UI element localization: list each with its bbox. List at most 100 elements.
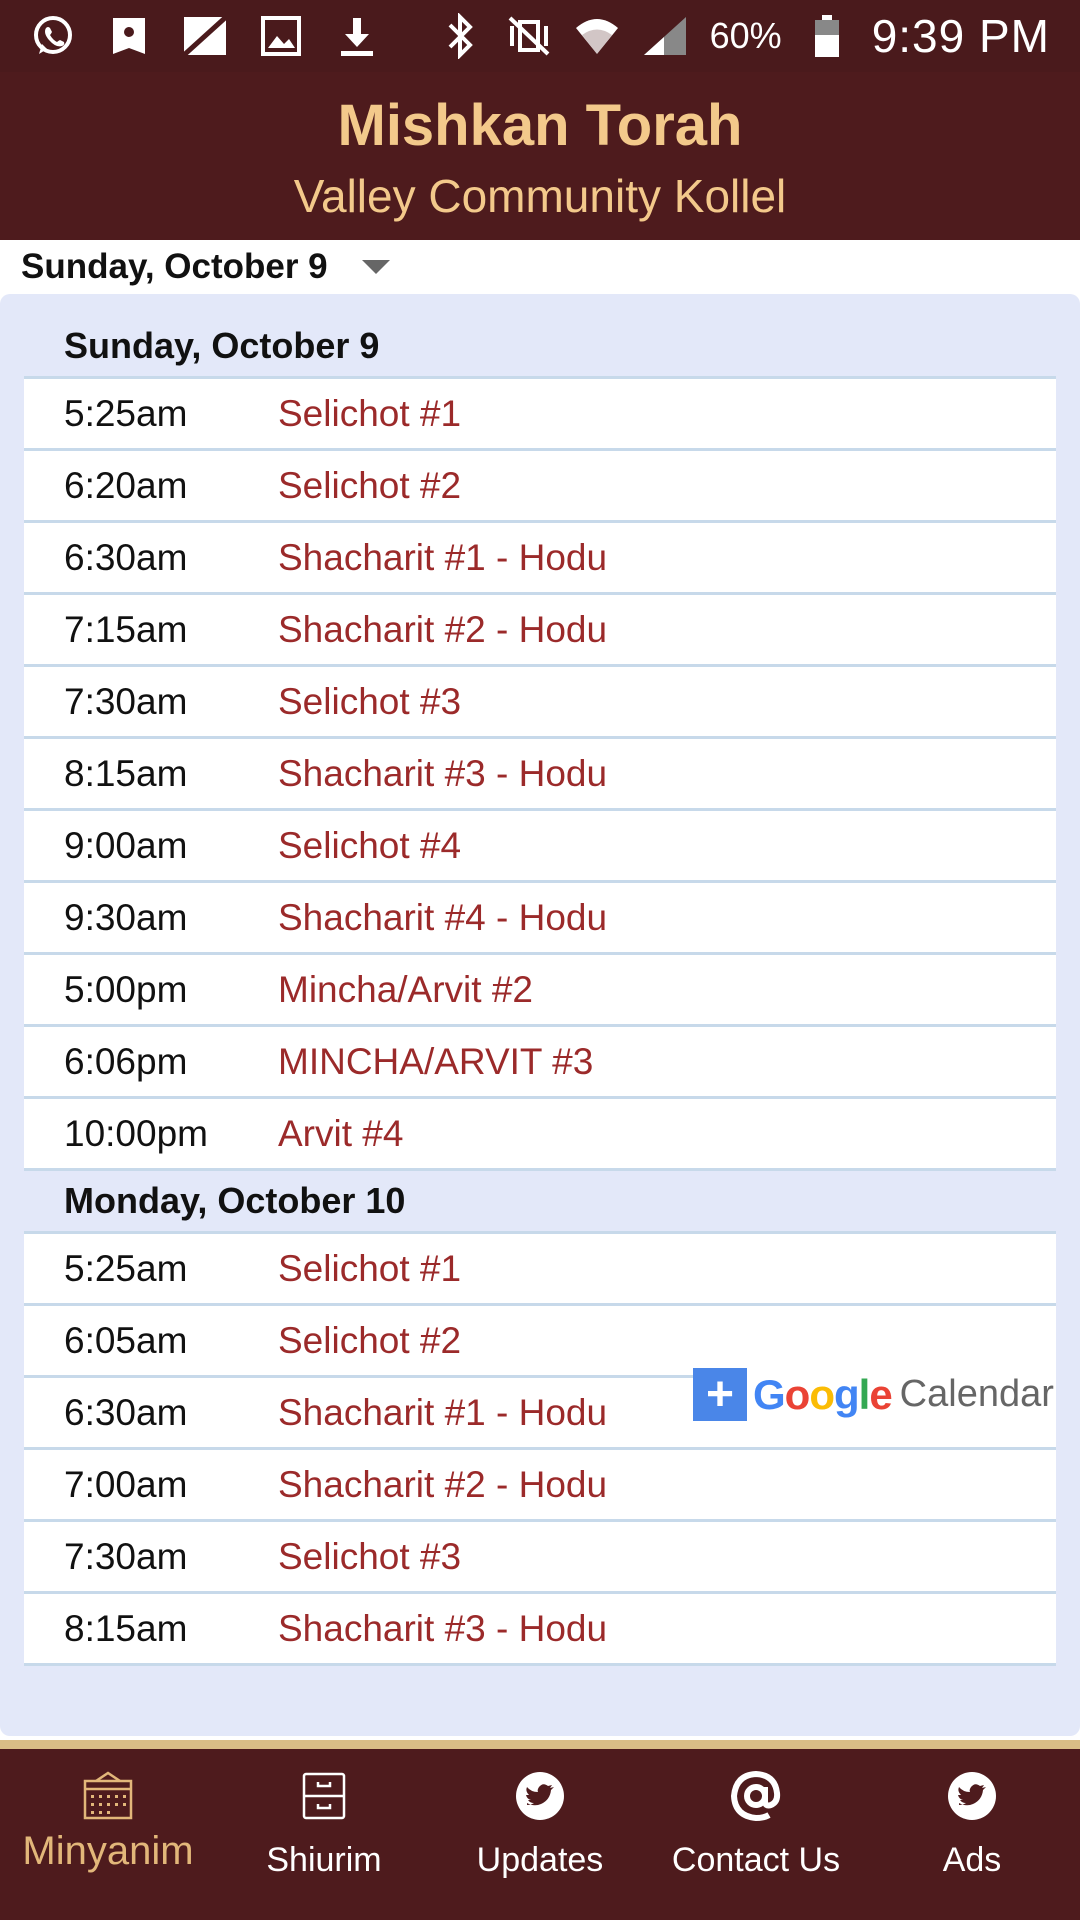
schedule-time: 8:15am xyxy=(64,1607,188,1649)
app-subtitle: Valley Community Kollel xyxy=(293,170,787,222)
google-letter: o xyxy=(784,1370,811,1418)
calendar-icon xyxy=(79,1767,137,1825)
google-letter: o xyxy=(809,1370,835,1418)
nav-divider xyxy=(0,1740,1080,1749)
day-header-label: Sunday, October 9 xyxy=(64,325,380,366)
nav-label: Contact Us xyxy=(671,1841,841,1879)
calendar-label: Calendar xyxy=(899,1373,1054,1415)
bookmark-icon xyxy=(106,13,152,59)
schedule-service-name: Selichot #2 xyxy=(278,1319,462,1361)
schedule-service-name: MINCHA/ARVIT #3 xyxy=(278,1040,594,1082)
gallery-icon xyxy=(258,13,304,59)
schedule-time: 7:15am xyxy=(64,608,188,650)
schedule-time: 6:30am xyxy=(64,1391,188,1433)
schedule-time: 9:00am xyxy=(64,824,188,866)
schedule-time: 5:00pm xyxy=(64,968,188,1010)
schedule-service-name: Shacharit #2 - Hodu xyxy=(278,1463,608,1505)
schedule-time: 7:30am xyxy=(64,1535,188,1577)
google-letter: l xyxy=(858,1370,871,1418)
at-sign-icon xyxy=(727,1767,785,1825)
schedule-time: 6:20am xyxy=(64,464,188,506)
nav-ads[interactable]: Ads xyxy=(864,1749,1080,1920)
schedule-row[interactable]: 9:30am Shacharit #4 - Hodu xyxy=(24,883,1056,955)
google-letter: G xyxy=(753,1370,786,1418)
schedule-row[interactable]: 8:15am Shacharit #3 - Hodu xyxy=(24,739,1056,811)
schedule-row[interactable]: 9:00am Selichot #4 xyxy=(24,811,1056,883)
schedule-row[interactable]: 5:00pm Mincha/Arvit #2 xyxy=(24,955,1056,1027)
schedule-row[interactable]: 5:25am Selichot #1 xyxy=(24,1234,1056,1306)
day-header-label: Monday, October 10 xyxy=(64,1180,406,1221)
schedule-service-name: Shacharit #1 - Hodu xyxy=(278,536,608,578)
schedule-service-name: Mincha/Arvit #2 xyxy=(278,968,533,1010)
schedule-service-name: Selichot #1 xyxy=(278,392,462,434)
bluetooth-icon xyxy=(438,13,484,59)
schedule-row[interactable]: 6:20am Selichot #2 xyxy=(24,451,1056,523)
wifi-icon xyxy=(574,13,620,59)
schedule-time: 9:30am xyxy=(64,896,188,938)
nav-label: Updates xyxy=(476,1841,604,1879)
schedule-panel: Sunday, October 9 5:25am Selichot #1 6:20am… xyxy=(0,294,1080,1736)
status-bar-left xyxy=(0,13,380,59)
schedule-service-name: Shacharit #3 - Hodu xyxy=(278,1607,608,1649)
schedule-service-name: Arvit #4 xyxy=(278,1112,404,1154)
status-bar: 60% 9:39 PM xyxy=(0,0,1080,72)
schedule-service-name: Shacharit #3 - Hodu xyxy=(278,752,608,794)
google-letter: e xyxy=(869,1370,892,1418)
date-dropdown-value: Sunday, October 9 xyxy=(21,247,328,286)
schedule-time: 6:30am xyxy=(64,536,188,578)
schedule-row[interactable]: 7:00am Shacharit #2 - Hodu xyxy=(24,1450,1056,1522)
add-to-google-calendar-button[interactable]: + Google Calendar xyxy=(693,1368,1056,1421)
twitter-icon xyxy=(943,1767,1001,1825)
schedule-time: 6:05am xyxy=(64,1319,188,1361)
status-time: 9:39 PM xyxy=(871,10,1050,62)
date-dropdown[interactable]: Sunday, October 9 xyxy=(0,240,1080,294)
app-header: Mishkan Torah Valley Community Kollel xyxy=(0,72,1080,240)
nav-label: Ads xyxy=(942,1841,1002,1879)
schedule-service-name: Selichot #2 xyxy=(278,464,462,506)
nav-label: Shiurim xyxy=(266,1841,382,1879)
schedule-service-name: Selichot #4 xyxy=(278,824,462,866)
schedule-service-name: Shacharit #1 - Hodu xyxy=(278,1391,608,1433)
download-icon xyxy=(334,13,380,59)
schedule-service-name: Shacharit #4 - Hodu xyxy=(278,896,608,938)
status-bar-right: 60% 9:39 PM xyxy=(438,9,1080,63)
battery-percent: 60% xyxy=(709,15,782,56)
schedule-time: 6:06pm xyxy=(64,1040,188,1082)
cell-signal-icon xyxy=(642,13,688,59)
signal-slash-icon xyxy=(182,13,228,59)
whatsapp-icon xyxy=(30,13,76,59)
schedule-time: 5:25am xyxy=(64,1247,188,1289)
nav-updates[interactable]: Updates xyxy=(432,1749,648,1920)
schedule-service-name: Selichot #1 xyxy=(278,1247,462,1289)
schedule-time: 7:30am xyxy=(64,680,188,722)
schedule-row[interactable]: 6:30am Shacharit #1 - Hodu xyxy=(24,523,1056,595)
schedule-time: 10:00pm xyxy=(64,1112,208,1154)
schedule-time: 8:15am xyxy=(64,752,188,794)
schedule-time: 7:00am xyxy=(64,1463,188,1505)
nav-shiurim[interactable]: Shiurim xyxy=(216,1749,432,1920)
vibrate-mute-icon xyxy=(506,13,552,59)
nav-label: Minyanim xyxy=(22,1829,194,1873)
schedule-row[interactable]: 6:06pm MINCHA/ARVIT #3 xyxy=(24,1027,1056,1099)
google-logo: Google xyxy=(753,1370,893,1419)
cabinet-icon xyxy=(295,1767,353,1825)
schedule-row[interactable]: 10:00pm Arvit #4 xyxy=(24,1099,1056,1171)
schedule-service-name: Shacharit #2 - Hodu xyxy=(278,608,608,650)
schedule-list[interactable]: Sunday, October 9 5:25am Selichot #1 6:20am… xyxy=(24,316,1056,1666)
nav-minyanim[interactable]: Minyanim xyxy=(0,1749,216,1920)
schedule-row[interactable]: 5:25am Selichot #1 xyxy=(24,379,1056,451)
schedule-row[interactable]: 7:15am Shacharit #2 - Hodu xyxy=(24,595,1056,667)
bottom-nav: Minyanim Shiurim Updates Contact Us Ads xyxy=(0,1749,1080,1920)
schedule-time: 5:25am xyxy=(64,392,188,434)
battery-icon xyxy=(804,13,850,59)
google-letter: g xyxy=(833,1370,860,1418)
schedule-row[interactable]: 8:15am Shacharit #3 - Hodu xyxy=(24,1594,1056,1666)
schedule-row[interactable]: 7:30am Selichot #3 xyxy=(24,1522,1056,1594)
day-header: Monday, October 10 xyxy=(24,1171,1056,1234)
nav-contact-us[interactable]: Contact Us xyxy=(648,1749,864,1920)
plus-icon: + xyxy=(693,1368,747,1421)
day-header: Sunday, October 9 xyxy=(24,316,1056,379)
chevron-down-icon xyxy=(361,260,390,274)
schedule-row[interactable]: 7:30am Selichot #3 xyxy=(24,667,1056,739)
schedule-service-name: Selichot #3 xyxy=(278,1535,462,1577)
